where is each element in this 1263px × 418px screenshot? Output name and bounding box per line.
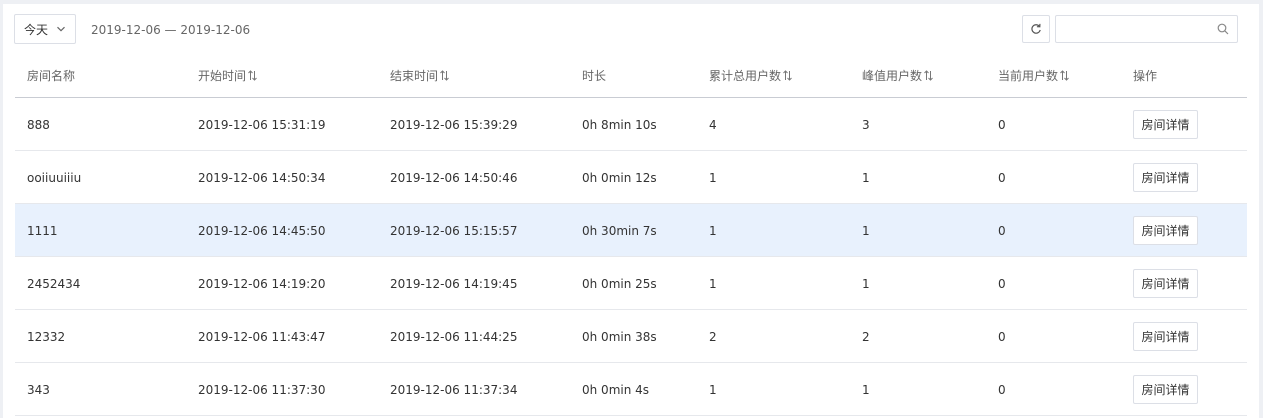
column-header-end-time[interactable]: 结束时间: [390, 67, 449, 84]
room-detail-button[interactable]: 房间详情: [1133, 163, 1198, 192]
cell-room-name: ooiiuuiiiu: [27, 171, 82, 185]
column-header-room-name: 房间名称: [27, 69, 76, 83]
cell-end-time: 2019-12-06 15:39:29: [390, 118, 518, 132]
cell-current-users: 0: [998, 224, 1006, 238]
cell-duration: 0h 0min 12s: [582, 171, 657, 185]
column-header-duration: 时长: [582, 69, 607, 83]
cell-current-users: 0: [998, 383, 1006, 397]
cell-total-users: 2: [709, 330, 717, 344]
table-header: 房间名称 开始时间 结束时间 时长 累计总用户数 峰值用户数 当前用户数 操作: [15, 54, 1247, 98]
cell-end-time: 2019-12-06 14:19:45: [390, 277, 518, 291]
table-row: 343 2019-12-06 11:37:30 2019-12-06 11:37…: [15, 363, 1247, 416]
cell-start-time: 2019-12-06 14:45:50: [198, 224, 326, 238]
cell-duration: 0h 0min 38s: [582, 330, 657, 344]
sort-icon[interactable]: [248, 70, 257, 81]
cell-start-time: 2019-12-06 14:19:20: [198, 277, 326, 291]
sort-icon[interactable]: [440, 70, 449, 81]
date-range-text: 2019-12-06 — 2019-12-06: [91, 23, 251, 37]
cell-room-name: 1111: [27, 224, 58, 238]
cell-total-users: 1: [709, 171, 717, 185]
column-header-start-time[interactable]: 开始时间: [198, 67, 257, 84]
date-range-select[interactable]: 今天: [14, 14, 76, 44]
cell-duration: 0h 8min 10s: [582, 118, 657, 132]
table-row: 888 2019-12-06 15:31:19 2019-12-06 15:39…: [15, 98, 1247, 151]
cell-peak-users: 1: [862, 171, 870, 185]
cell-end-time: 2019-12-06 15:15:57: [390, 224, 518, 238]
room-table: 房间名称 开始时间 结束时间 时长 累计总用户数 峰值用户数 当前用户数 操作 …: [15, 54, 1247, 416]
refresh-button[interactable]: [1022, 15, 1050, 43]
cell-current-users: 0: [998, 171, 1006, 185]
cell-current-users: 0: [998, 330, 1006, 344]
cell-peak-users: 3: [862, 118, 870, 132]
search-icon[interactable]: [1217, 23, 1229, 35]
cell-duration: 0h 0min 25s: [582, 277, 657, 291]
cell-total-users: 1: [709, 383, 717, 397]
cell-duration: 0h 0min 4s: [582, 383, 650, 397]
cell-room-name: 2452434: [27, 277, 81, 291]
cell-start-time: 2019-12-06 15:31:19: [198, 118, 326, 132]
cell-start-time: 2019-12-06 11:43:47: [198, 330, 326, 344]
room-detail-button[interactable]: 房间详情: [1133, 322, 1198, 351]
cell-end-time: 2019-12-06 11:37:34: [390, 383, 518, 397]
cell-total-users: 4: [709, 118, 717, 132]
search-input[interactable]: [1056, 16, 1222, 42]
cell-current-users: 0: [998, 118, 1006, 132]
cell-peak-users: 1: [862, 277, 870, 291]
column-header-peak-users[interactable]: 峰值用户数: [862, 67, 933, 84]
cell-total-users: 1: [709, 277, 717, 291]
room-detail-button[interactable]: 房间详情: [1133, 269, 1198, 298]
cell-current-users: 0: [998, 277, 1006, 291]
cell-peak-users: 1: [862, 383, 870, 397]
cell-end-time: 2019-12-06 11:44:25: [390, 330, 518, 344]
room-detail-button[interactable]: 房间详情: [1133, 216, 1198, 245]
chevron-down-icon: [57, 26, 65, 32]
room-detail-button[interactable]: 房间详情: [1133, 110, 1198, 139]
cell-start-time: 2019-12-06 14:50:34: [198, 171, 326, 185]
room-detail-button[interactable]: 房间详情: [1133, 375, 1198, 404]
column-header-total-users[interactable]: 累计总用户数: [709, 67, 792, 84]
table-row: 12332 2019-12-06 11:43:47 2019-12-06 11:…: [15, 310, 1247, 363]
cell-duration: 0h 30min 7s: [582, 224, 657, 238]
cell-room-name: 343: [27, 383, 50, 397]
sort-icon[interactable]: [1060, 70, 1069, 81]
column-header-current-users[interactable]: 当前用户数: [998, 67, 1069, 84]
refresh-icon: [1031, 23, 1041, 34]
room-list-panel: 今天 2019-12-06 — 2019-12-06 房间名称 开始时间 结束时…: [3, 4, 1259, 418]
table-row: 2452434 2019-12-06 14:19:20 2019-12-06 1…: [15, 257, 1247, 310]
cell-start-time: 2019-12-06 11:37:30: [198, 383, 326, 397]
cell-end-time: 2019-12-06 14:50:46: [390, 171, 518, 185]
sort-icon[interactable]: [783, 70, 792, 81]
sort-icon[interactable]: [924, 70, 933, 81]
cell-peak-users: 1: [862, 224, 870, 238]
cell-total-users: 1: [709, 224, 717, 238]
column-header-actions: 操作: [1133, 69, 1158, 83]
cell-peak-users: 2: [862, 330, 870, 344]
date-range-select-value: 今天: [24, 22, 49, 37]
table-row-highlighted: 1111 2019-12-06 14:45:50 2019-12-06 15:1…: [15, 204, 1247, 257]
search-field[interactable]: [1055, 15, 1238, 43]
cell-room-name: 12332: [27, 330, 66, 344]
table-row: ooiiuuiiiu 2019-12-06 14:50:34 2019-12-0…: [15, 151, 1247, 204]
cell-room-name: 888: [27, 118, 50, 132]
